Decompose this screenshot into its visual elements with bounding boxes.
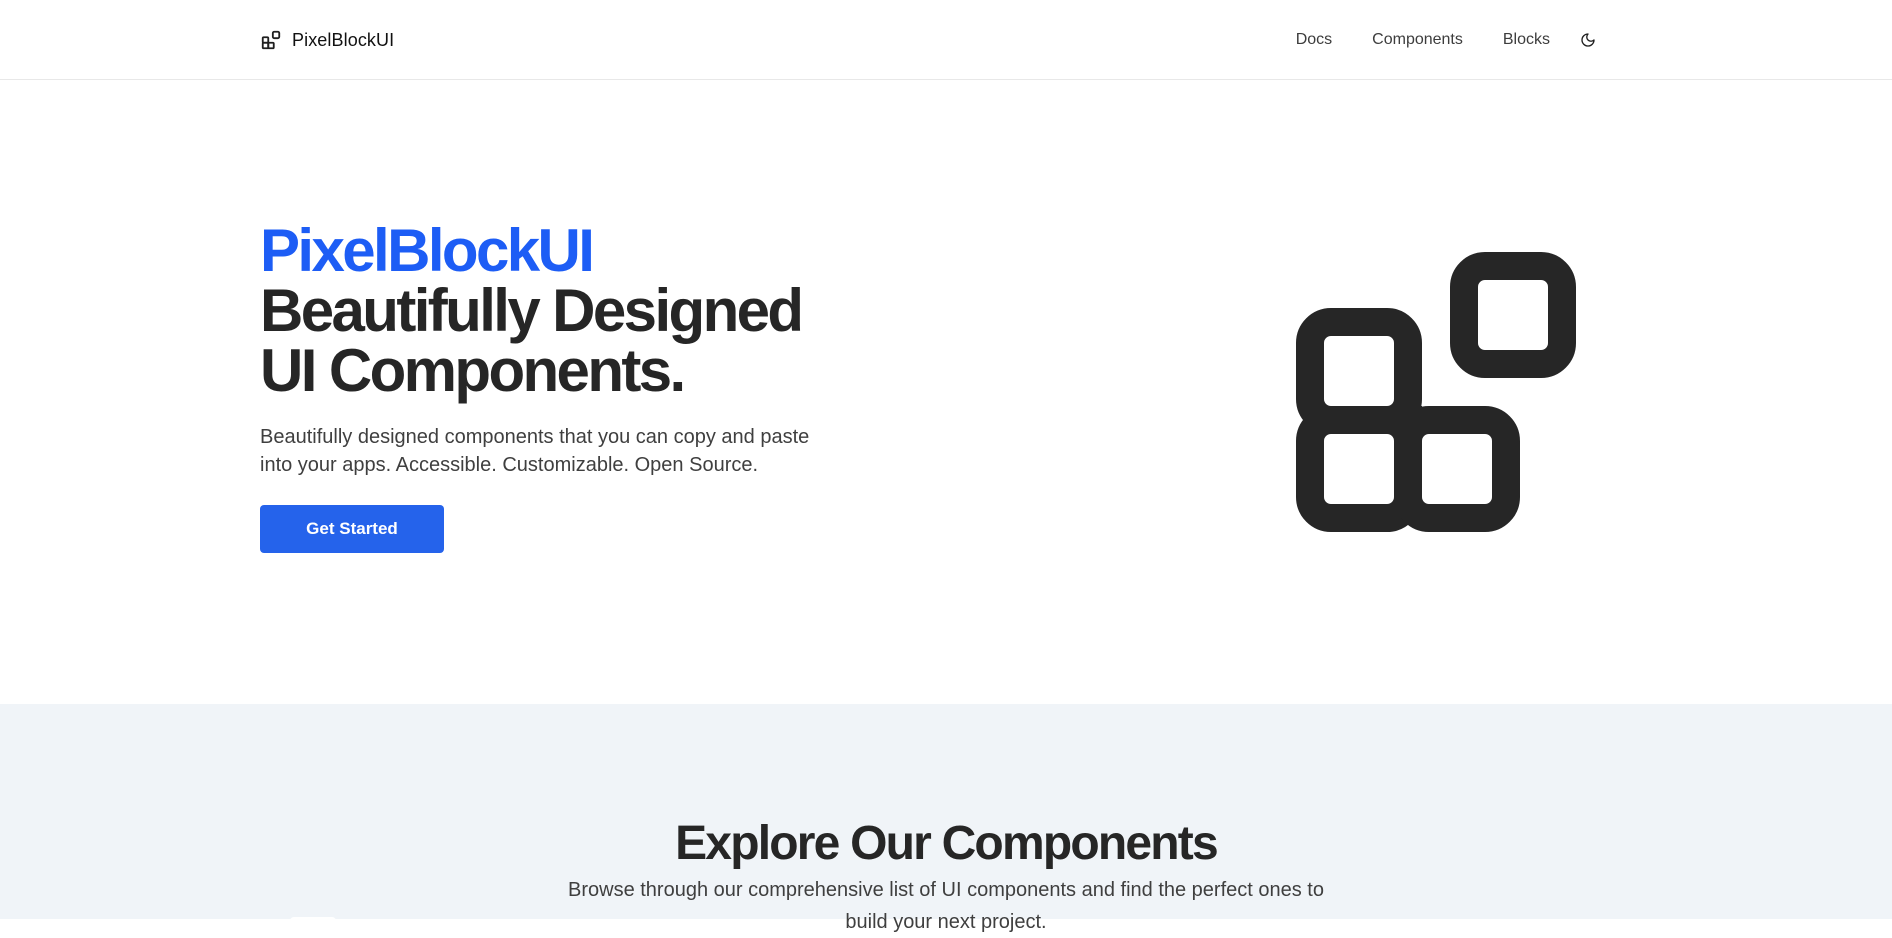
explore-description: Browse through our comprehensive list of… <box>568 879 1324 933</box>
nav-links: Docs Components Blocks <box>1296 26 1600 54</box>
hero-description: Beautifully designed components that you… <box>260 426 810 476</box>
hero-text: PixelBlockUI Beautifully Designed UI Com… <box>260 221 860 553</box>
theme-toggle-button[interactable] <box>1576 28 1600 52</box>
nav-link-blocks[interactable]: Blocks <box>1503 26 1550 54</box>
hero-title-line-2: UI Components. <box>260 337 686 404</box>
moon-icon <box>1581 33 1595 47</box>
nav-link-docs[interactable]: Docs <box>1296 26 1332 54</box>
navbar: PixelBlockUI Docs Components Blocks <box>0 0 1892 80</box>
explore-section: Explore Our Components Browse through ou… <box>0 704 1892 933</box>
blocks-icon <box>1296 252 1576 532</box>
brand-link[interactable]: PixelBlockUI <box>260 28 394 52</box>
hero-section: PixelBlockUI Beautifully Designed UI Com… <box>0 81 1892 704</box>
hero-title-line-1: Beautifully Designed <box>260 277 804 344</box>
explore-title: Explore Our Components <box>675 817 1219 870</box>
blocks-icon <box>261 30 281 50</box>
nav-link-components[interactable]: Components <box>1372 26 1463 54</box>
get-started-button[interactable]: Get Started <box>260 505 444 553</box>
component-card[interactable] <box>290 917 336 923</box>
hero-brand: PixelBlockUI <box>260 217 595 284</box>
brand-name: PixelBlockUI <box>292 29 395 50</box>
hero-heading: PixelBlockUI Beautifully Designed UI Com… <box>260 221 860 401</box>
